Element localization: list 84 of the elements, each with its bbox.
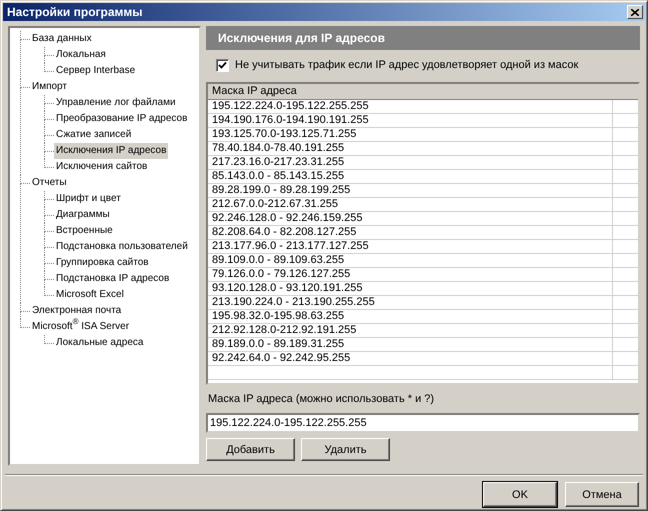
tree-item[interactable]: Импорт <box>30 79 69 95</box>
mask-input-field[interactable]: 195.122.224.0-195.122.255.255 <box>206 413 640 433</box>
tree-trunk-line <box>44 247 45 255</box>
tree-branch-line <box>20 303 30 312</box>
tree-branch-line <box>44 271 54 280</box>
tree-item[interactable]: Управление лог файлами <box>54 95 178 111</box>
tree-item[interactable]: Подстановка IP адресов <box>54 271 172 287</box>
window-title: Настройки программы <box>7 5 143 19</box>
tree-trunk-line <box>44 231 45 239</box>
checkbox-label: Не учитывать трафик если IP адрес удовлетворяет одной из масок <box>235 59 578 71</box>
list-item[interactable]: 85.143.0.0 - 85.143.15.255 <box>208 170 613 183</box>
tree-trunk-line <box>44 103 45 111</box>
tree-branch-line <box>44 63 54 72</box>
tree-trunk-line <box>44 263 45 271</box>
tree-branch-line <box>44 255 54 264</box>
list-item[interactable]: 89.109.0.0 - 89.109.63.255 <box>208 254 613 267</box>
list-item[interactable]: 82.208.64.0 - 82.208.127.255 <box>208 226 613 239</box>
list-item[interactable]: 212.67.0.0-212.67.31.255 <box>208 198 613 211</box>
tree-item[interactable]: Исключения сайтов <box>54 159 150 175</box>
dialog-button[interactable]: OK <box>483 482 557 507</box>
tree-branch-line <box>44 207 54 216</box>
list-item[interactable]: 217.23.16.0-217.23.31.255 <box>208 156 613 169</box>
tree-branch-line <box>44 191 54 200</box>
tree-item[interactable]: Отчеты <box>30 175 69 191</box>
tree-item[interactable]: Сжатие записей <box>54 127 134 143</box>
tree-item[interactable]: Шрифт и цвет <box>54 191 123 207</box>
tree-trunk-line <box>44 279 45 287</box>
tree-item[interactable]: Электронная почта <box>30 303 124 319</box>
tree-branch-line <box>20 319 30 328</box>
tree-branch-line <box>20 175 30 184</box>
tree-branch-line <box>44 95 54 104</box>
checkbox[interactable] <box>216 58 229 72</box>
tree-trunk-line <box>44 135 45 143</box>
tree-trunk-line <box>44 199 45 207</box>
check-icon <box>218 60 227 70</box>
tree-item[interactable]: Локальная <box>54 47 108 63</box>
action-button[interactable]: Добавить <box>206 438 295 461</box>
tree-item[interactable]: Встроенные <box>54 223 115 239</box>
list-item[interactable]: 93.120.128.0 - 93.120.191.255 <box>208 282 613 295</box>
list-item[interactable]: 213.177.96.0 - 213.177.127.255 <box>208 240 613 253</box>
tree-item[interactable]: Преобразование IP адресов <box>54 111 190 127</box>
tree-branch-line <box>44 47 54 56</box>
tree-branch-line <box>44 127 54 136</box>
tree-item[interactable]: Сервер Interbase <box>54 63 138 79</box>
list-item[interactable]: 78.40.184.0-78.40.191.255 <box>208 142 613 155</box>
tree-trunk-line <box>44 151 45 159</box>
list-item[interactable]: 193.125.70.0-193.125.71.255 <box>208 128 613 141</box>
tree-item[interactable]: Microsoft Excel <box>54 287 126 303</box>
tree-trunk-line <box>44 55 45 63</box>
tree-item[interactable]: Локальные адреса <box>54 335 146 351</box>
action-button[interactable]: Удалить <box>301 438 390 461</box>
tree-branch-line <box>44 111 54 120</box>
tree-branch-line <box>44 335 54 344</box>
tree-item[interactable]: Исключения IP адресов <box>54 143 168 159</box>
tree-trunk-line <box>20 311 21 319</box>
dialog-button[interactable]: Отмена <box>565 482 639 507</box>
tree-trunk-line <box>44 215 45 223</box>
list-item[interactable]: 92.246.128.0 - 92.246.159.255 <box>208 212 613 225</box>
list-item[interactable]: 195.122.224.0-195.122.255.255 <box>208 100 613 113</box>
list-item[interactable]: 79.126.0.0 - 79.126.127.255 <box>208 268 613 281</box>
list-item[interactable]: 89.189.0.0 - 89.189.31.255 <box>208 338 613 351</box>
list-item[interactable]: 213.190.224.0 - 213.190.255.255 <box>208 296 613 309</box>
tree-branch-line <box>20 79 30 88</box>
close-button[interactable] <box>627 5 643 19</box>
tree-trunk-line <box>20 39 21 79</box>
list-item[interactable]: 194.190.176.0-194.190.191.255 <box>208 114 613 127</box>
tree-item[interactable]: Группировка сайтов <box>54 255 151 271</box>
list-item[interactable]: 212.92.128.0-212.92.191.255 <box>208 324 613 337</box>
tree-branch-line <box>44 159 54 168</box>
tree-branch-line <box>20 31 30 40</box>
tree-item[interactable]: Microsoft$^{®}$ ISA Server <box>30 319 132 335</box>
close-icon <box>631 8 639 16</box>
list-item[interactable]: 89.28.199.0 - 89.28.199.255 <box>208 184 613 197</box>
tree-trunk-line <box>44 119 45 127</box>
field-label: Маска IP адреса (можно использовать * и ?) <box>207 393 436 407</box>
tree-item[interactable]: Подстановка пользователей <box>54 239 190 255</box>
list-item[interactable]: 92.242.64.0 - 92.242.95.255 <box>208 352 613 365</box>
tree-branch-line <box>44 239 54 248</box>
tree-item[interactable]: Диаграммы <box>54 207 112 223</box>
tree-branch-line <box>44 223 54 232</box>
list-item[interactable]: 195.98.32.0-195.98.63.255 <box>208 310 613 323</box>
tree-item[interactable]: База данных <box>30 31 94 47</box>
panel-title: Исключения для IP адресов <box>218 31 386 45</box>
tree-branch-line <box>44 287 54 296</box>
